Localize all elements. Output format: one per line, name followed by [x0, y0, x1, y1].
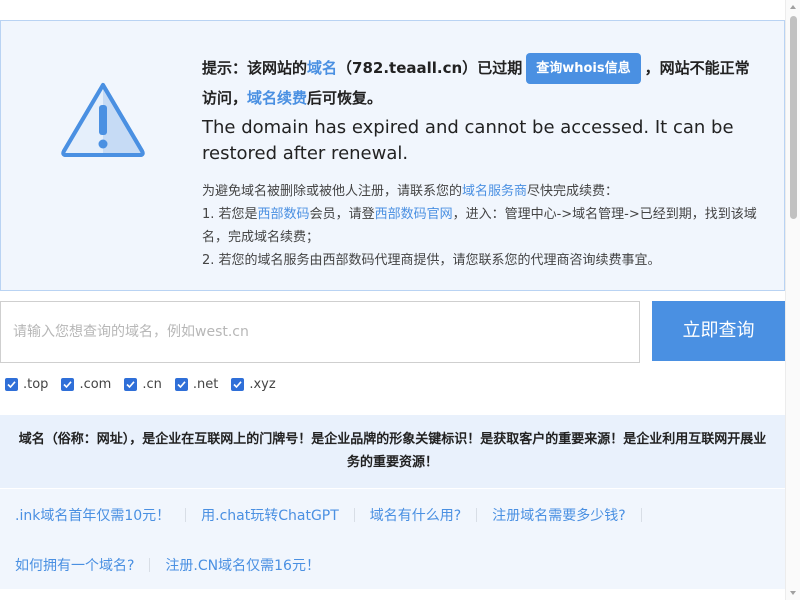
- expired-notice: 提示：该网站的域名（782.teaall.cn）已过期 查询whois信息 ，网站不…: [0, 20, 785, 291]
- article-links: .ink域名首年仅需10元！ 用.chat玩转ChatGPT 域名有什么用? 注…: [0, 489, 785, 589]
- search-button[interactable]: 立即查询: [652, 301, 785, 361]
- checkmark-icon: [7, 380, 16, 388]
- domain-name: （782.teaall.cn）: [337, 59, 478, 77]
- intro-suffix: 尽快完成续费：: [527, 184, 619, 199]
- article-link[interactable]: 注册.CN域名仅需16元！: [165, 555, 320, 575]
- suffix-label: .com: [79, 376, 112, 392]
- links-row-1: .ink域名首年仅需10元！ 用.chat玩转ChatGPT 域名有什么用? 注…: [15, 505, 657, 525]
- instructions-step-1: 1. 若您是西部数码会员，请登西部数码官网，进入：管理中心->域名管理->已经到…: [202, 203, 782, 249]
- divider: [640, 508, 642, 522]
- intro-prefix: 为避免域名被删除或被他人注册，请联系您的: [202, 184, 463, 199]
- suffix-option-com[interactable]: .com: [61, 375, 111, 393]
- scroll-up-arrow-icon[interactable]: [790, 5, 796, 9]
- notice-line-2: 访问，域名续费后可恢复。: [202, 84, 782, 113]
- notice-prefix: 提示：该网站的: [202, 59, 308, 77]
- notice-suffix: ，网站不能正常: [644, 59, 750, 77]
- checkbox-checked-icon[interactable]: [174, 377, 188, 391]
- article-link[interactable]: 域名有什么用?: [370, 505, 461, 525]
- whois-button[interactable]: 查询whois信息: [526, 53, 641, 84]
- warning-triangle-icon: [61, 83, 145, 157]
- checkbox-checked-icon[interactable]: [61, 377, 75, 391]
- suffix-option-net[interactable]: .net: [174, 375, 219, 393]
- renewal-instructions: 为避免域名被删除或被他人注册，请联系您的域名服务商尽快完成续费： 1. 若您是西…: [202, 180, 782, 272]
- article-link[interactable]: .ink域名首年仅需10元！: [15, 505, 170, 525]
- suffix-options: .top .com .cn .net .xyz: [5, 375, 289, 393]
- domain-search-input[interactable]: [0, 301, 640, 363]
- viewport: 提示：该网站的域名（782.teaall.cn）已过期 查询whois信息 ，网站不…: [0, 0, 800, 600]
- west-official-site-link[interactable]: 西部数码官网: [375, 207, 453, 222]
- step1-prefix: 1. 若您是: [202, 207, 258, 222]
- article-link[interactable]: 如何拥有一个域名?: [15, 555, 134, 575]
- divider: [476, 508, 478, 522]
- suffix-label: .top: [23, 376, 49, 392]
- suffix-option-top[interactable]: .top: [5, 375, 48, 393]
- notice-english: The domain has expired and cannot be acc…: [202, 117, 734, 164]
- suffix-label: .xyz: [249, 376, 276, 392]
- divider: [353, 508, 355, 522]
- instructions-intro: 为避免域名被删除或被他人注册，请联系您的域名服务商尽快完成续费：: [202, 180, 782, 203]
- expired-label: 已过期: [477, 59, 523, 77]
- checkmark-icon: [63, 380, 73, 388]
- notice-line-1: 提示：该网站的域名（782.teaall.cn）已过期 查询whois信息 ，网站不…: [202, 53, 782, 84]
- checkbox-checked-icon[interactable]: [5, 377, 18, 391]
- suffix-label: .net: [192, 376, 219, 392]
- west-member-link[interactable]: 西部数码: [258, 207, 310, 222]
- article-link[interactable]: 用.chat玩转ChatGPT: [201, 505, 339, 525]
- suffix-option-xyz[interactable]: .xyz: [231, 375, 276, 393]
- suffix-label: .cn: [142, 376, 162, 392]
- checkmark-icon: [177, 380, 186, 388]
- checkbox-checked-icon[interactable]: [231, 377, 245, 391]
- links-row-2: 如何拥有一个域名? 注册.CN域名仅需16元！: [15, 555, 320, 575]
- divider: [185, 508, 187, 522]
- notice-line2-prefix: 访问，: [202, 89, 248, 107]
- renew-link[interactable]: 域名续费: [247, 89, 307, 107]
- provider-link[interactable]: 域名服务商: [462, 184, 527, 199]
- checkmark-icon: [233, 380, 242, 388]
- scroll-thumb[interactable]: [790, 16, 797, 219]
- suffix-option-cn[interactable]: .cn: [124, 375, 162, 393]
- scroll-down-arrow-icon[interactable]: [790, 591, 796, 595]
- step1-middle: 会员，请登: [309, 207, 375, 222]
- checkmark-icon: [126, 380, 135, 388]
- article-link[interactable]: 注册域名需要多少钱?: [492, 505, 625, 525]
- checkbox-checked-icon[interactable]: [124, 377, 138, 391]
- notice-text: 提示：该网站的域名（782.teaall.cn）已过期 查询whois信息 ，网站不…: [202, 53, 782, 272]
- divider: [149, 558, 151, 572]
- notice-line2-suffix: 后可恢复。: [307, 89, 383, 107]
- vertical-scrollbar[interactable]: [785, 0, 800, 600]
- instructions-step-2: 2. 若您的域名服务由西部数码代理商提供，请您联系您的代理商咨询续费事宜。: [202, 253, 661, 268]
- domain-slogan: 域名（俗称：网址），是企业在互联网上的门牌号！是企业品牌的形象关键标识！是获取客…: [0, 415, 785, 488]
- domain-word: 域名: [307, 59, 338, 77]
